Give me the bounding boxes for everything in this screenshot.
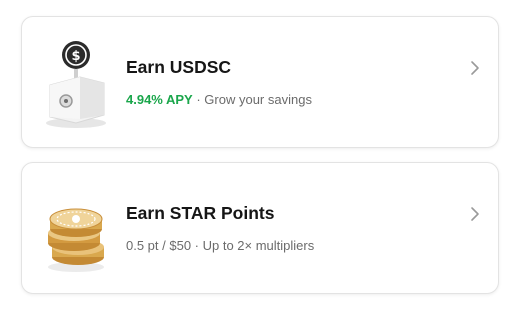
card-subtitle: 4.94% APY · Grow your savings bbox=[126, 92, 312, 107]
subtitle-text: Grow your savings bbox=[204, 92, 312, 107]
chevron-right-icon bbox=[468, 59, 482, 77]
safe-with-coin-icon: $ bbox=[40, 35, 112, 131]
subtitle-separator: · bbox=[192, 92, 205, 107]
coin-stack-icon bbox=[40, 181, 112, 277]
earn-star-points-card[interactable]: Earn STAR Points 0.5 pt / $50 · Up to 2×… bbox=[21, 162, 499, 294]
card-subtitle: 0.5 pt / $50 · Up to 2× multipliers bbox=[126, 238, 315, 253]
card-title: Earn USDSC bbox=[126, 57, 232, 77]
chevron-right-icon bbox=[468, 205, 482, 223]
card-title: Earn STAR Points bbox=[126, 203, 275, 223]
svg-text:$: $ bbox=[71, 49, 80, 64]
apy-value: 4.94% APY bbox=[126, 92, 193, 107]
earn-usdsc-card[interactable]: $ Earn USDSC 4.94% APY · Grow your savin… bbox=[21, 16, 499, 148]
